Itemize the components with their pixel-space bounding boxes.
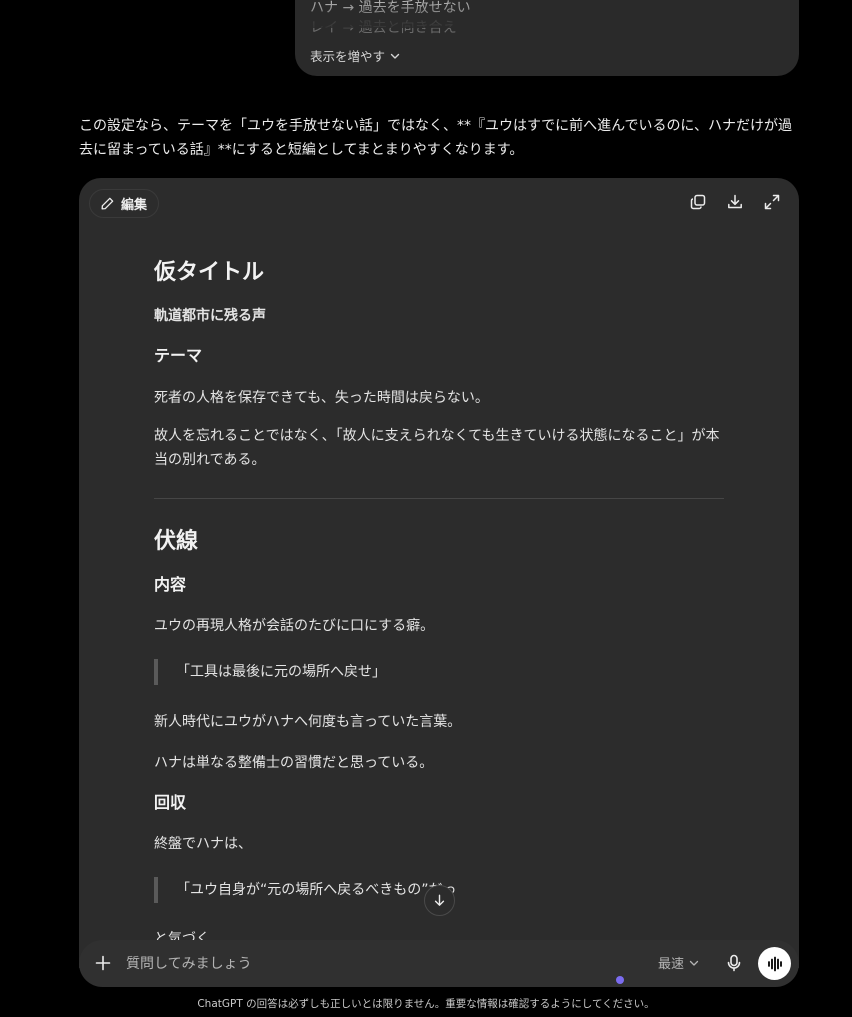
previous-message-bubble: ハナ → 過去を手放せない レイ → 過去と向き合え 表示を増やす — [295, 0, 799, 76]
canvas-document: 編集 仮タイトル 軌道都市に残る声 テーマ 死者の人格を保存できても、失った時間… — [79, 178, 799, 968]
download-button[interactable] — [725, 192, 744, 211]
edit-label: 編集 — [121, 198, 148, 213]
chevron-down-icon — [390, 53, 400, 59]
theme-paragraph-1: 死者の人格を保存できても、失った時間は戻らない。 — [154, 390, 489, 406]
plus-icon[interactable] — [93, 953, 113, 973]
content-paragraph-2: 新人時代にユウがハナへ何度も言っていた言葉。 — [154, 714, 462, 730]
heading-content: 内容 — [154, 575, 187, 594]
expand-icon — [764, 194, 779, 209]
composer: 最速 — [79, 940, 799, 987]
show-more-button[interactable]: 表示を増やす — [310, 46, 400, 65]
edit-button[interactable]: 編集 — [89, 189, 160, 218]
content-blockquote: 「工具は最後に元の場所へ戻せ」 — [154, 659, 386, 685]
microphone-icon[interactable] — [724, 953, 744, 973]
divider — [154, 498, 724, 499]
waveform-icon — [767, 956, 782, 971]
theme-paragraph-2: 故人を忘れることではなく、「故人に支えられなくても生きていける状態になること」が… — [154, 428, 720, 468]
model-label: 最速 — [658, 957, 685, 972]
content-paragraph-1: ユウの再現人格が会話のたびに口にする癖。 — [154, 618, 435, 634]
download-icon — [727, 194, 742, 208]
payoff-blockquote: 「ユウ自身が“元の場所へ戻るべきもの”だっ — [154, 877, 457, 903]
assistant-message: この設定なら、テーマを「ユウを手放せない話」ではなく、**『ユウはすでに前へ進ん… — [79, 118, 793, 158]
title-value: 軌道都市に残る声 — [154, 308, 266, 324]
voice-mode-button[interactable] — [758, 947, 791, 980]
expand-button[interactable] — [762, 192, 781, 211]
copy-icon — [690, 194, 705, 209]
copy-button[interactable] — [688, 192, 707, 211]
heading-payoff: 回収 — [154, 793, 187, 812]
footer-disclaimer: ChatGPT の回答は必ずしも正しいとは限りません。重要な情報は確認するように… — [197, 998, 655, 1010]
model-selector[interactable]: 最速 — [658, 953, 699, 972]
bubble-line-2: レイ → 過去と向き合え — [310, 20, 457, 36]
chevron-down-icon — [689, 960, 699, 966]
pencil-icon — [101, 197, 114, 210]
heading-theme: テーマ — [154, 346, 203, 365]
heading-title: 仮タイトル — [154, 260, 265, 285]
message-input[interactable] — [126, 940, 566, 987]
canvas-toolbar — [688, 192, 781, 211]
payoff-paragraph-1: 終盤でハナは、 — [154, 836, 252, 852]
arrow-down-icon — [434, 894, 445, 906]
bubble-line-1: ハナ → 過去を手放せない — [310, 0, 471, 16]
scroll-to-bottom-button[interactable] — [424, 885, 455, 916]
show-more-label: 表示を増やす — [310, 49, 386, 64]
heading-foreshadow: 伏線 — [154, 529, 199, 554]
content-paragraph-3: ハナは単なる整備士の習慣だと思っている。 — [154, 755, 434, 771]
status-dot — [616, 976, 624, 984]
